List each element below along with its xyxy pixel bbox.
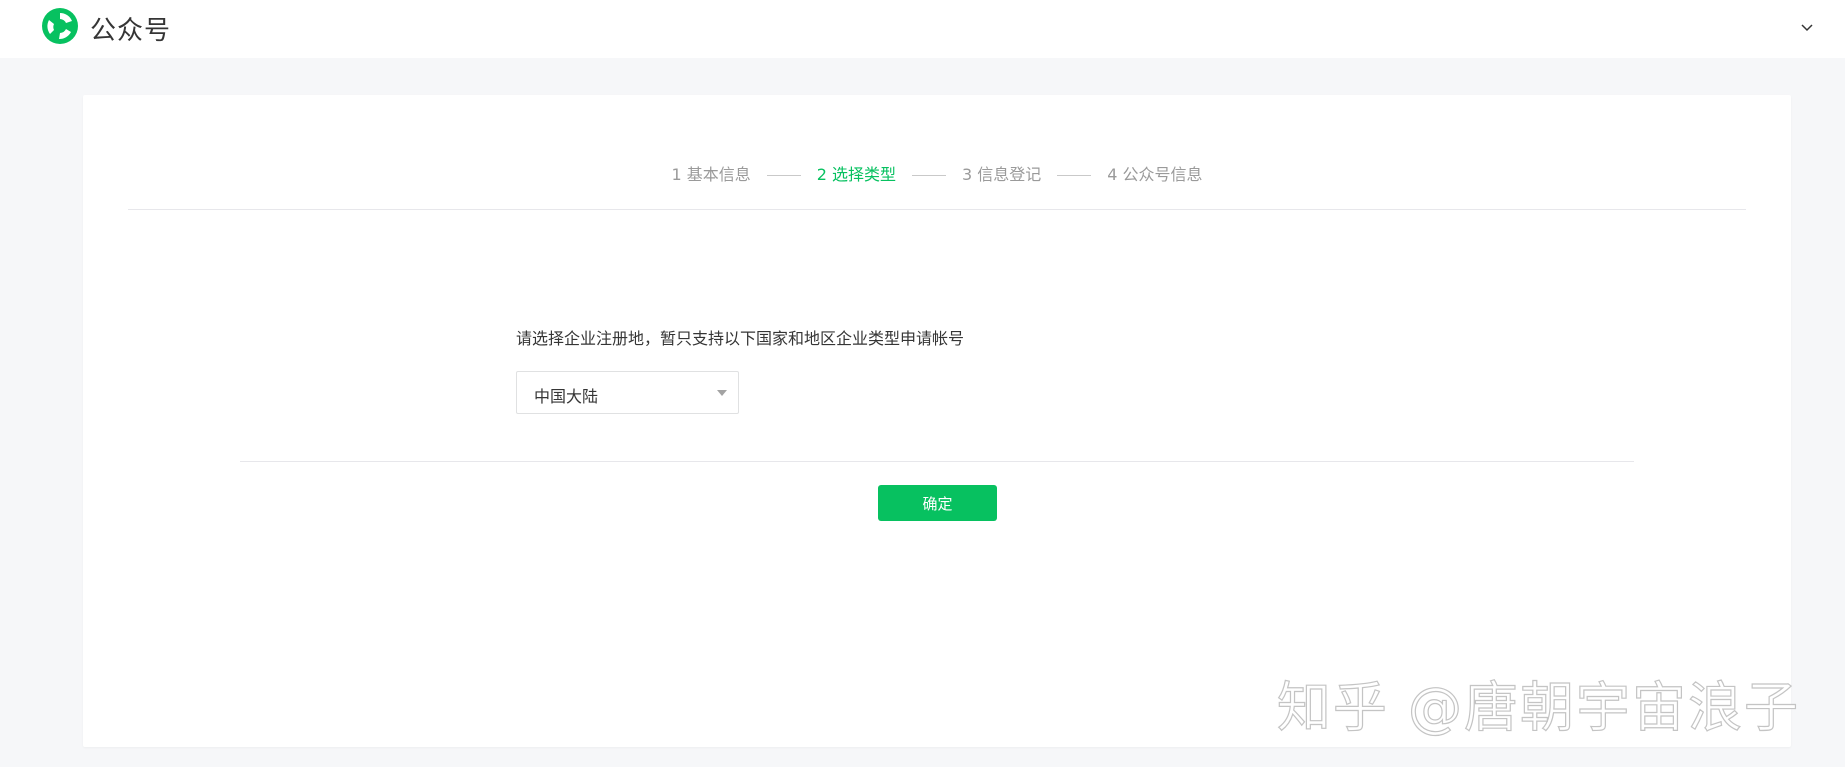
step-separator: [1057, 174, 1092, 176]
form-divider: [240, 461, 1634, 462]
region-select-value: 中国大陆: [534, 387, 599, 406]
step-basic-info: 1 基本信息: [671, 165, 751, 184]
chevron-down-icon: [1800, 18, 1814, 37]
watermark: 知乎 @唐朝宇宙浪子: [1276, 675, 1800, 739]
region-prompt: 请选择企业注册地，暂只支持以下国家和地区企业类型申请帐号: [516, 329, 965, 348]
step-select-type: 2 选择类型: [816, 165, 896, 184]
app-logo[interactable]: 公众号: [40, 7, 171, 49]
caret-down-icon: [717, 390, 727, 396]
step-separator: [912, 174, 946, 176]
step-account-info: 4 公众号信息: [1107, 165, 1203, 184]
step-info-registration: 3 信息登记: [962, 165, 1042, 184]
app-name: 公众号: [90, 15, 172, 46]
confirm-button[interactable]: 确定: [878, 485, 997, 521]
wechat-official-account-logo-icon: [40, 6, 80, 50]
steps-divider: [128, 209, 1746, 210]
top-bar: 公众号: [0, 0, 1845, 58]
step-separator: [766, 174, 801, 176]
account-menu-toggle[interactable]: [1797, 17, 1817, 37]
registration-card: 1 基本信息 2 选择类型 3 信息登记 4 公众号信息 请选择企业注册地，暂只…: [83, 95, 1791, 747]
region-select[interactable]: 中国大陆: [516, 371, 739, 414]
step-indicator: 1 基本信息 2 选择类型 3 信息登记 4 公众号信息: [83, 161, 1791, 185]
